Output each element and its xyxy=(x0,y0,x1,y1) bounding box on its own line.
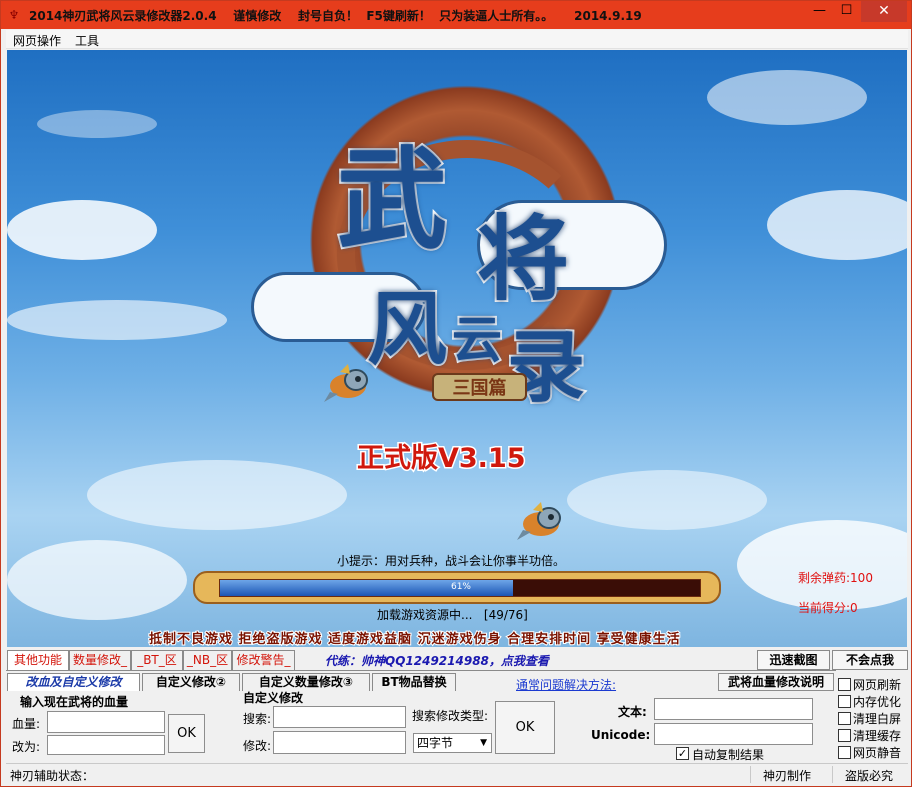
clear-cache-checkbox[interactable] xyxy=(838,729,851,742)
piracy-text: 盗版必究 xyxy=(845,769,894,783)
maximize-button[interactable]: ☐ xyxy=(833,1,860,22)
auto-copy-label: 自动复制结果 xyxy=(692,748,765,762)
ad-link[interactable]: 代练：帅神QQ1249214988，点我查看 xyxy=(325,652,549,669)
status-text: 神刃辅助状态： xyxy=(10,769,95,783)
side-options: 网页刷新 内存优化 清理白屏 清理缓存 网页静音 xyxy=(836,676,908,762)
health-slogan: 抵制不良游戏 拒绝盗版游戏 适度游戏益脑 沉迷游戏伤身 合理安排时间 享受健康生… xyxy=(148,631,681,647)
search-type-select[interactable]: 四字节 ▼ xyxy=(413,733,492,753)
cloud xyxy=(707,70,867,125)
bird-sprite xyxy=(517,502,561,540)
status-divider xyxy=(832,766,833,783)
subtab-custom-2[interactable]: 自定义修改② xyxy=(142,673,240,691)
blood-ok-button[interactable]: OK xyxy=(168,714,205,753)
memory-optimize-label: 内存优化 xyxy=(853,695,902,709)
unicode-input[interactable] xyxy=(654,723,813,745)
web-refresh-checkbox[interactable] xyxy=(838,678,851,691)
game-subtitle: 三国篇 xyxy=(432,373,527,401)
cloud xyxy=(737,520,907,610)
bird-sprite xyxy=(324,364,368,402)
change-to-input[interactable] xyxy=(47,735,165,755)
game-version: 正式版V3.15 xyxy=(356,442,528,476)
faq-link[interactable]: 通常问题解决方法: xyxy=(516,676,616,693)
cloud xyxy=(767,190,907,260)
tab-bt-zone[interactable]: _BT_区 xyxy=(131,650,183,670)
web-mute-label: 网页静音 xyxy=(853,746,902,760)
score-counter: 当前得分:0 xyxy=(798,601,858,615)
cloud xyxy=(7,300,227,340)
subtab-blood-custom[interactable]: 改血及自定义修改 xyxy=(7,673,140,691)
progress-percent: 61% xyxy=(450,582,471,592)
hp-input[interactable] xyxy=(47,711,165,733)
game-tip: 小提示：用对兵种，战斗会让你事半功倍。 xyxy=(337,554,566,568)
modify-input[interactable] xyxy=(273,731,406,754)
text-label: 文本: xyxy=(618,705,647,719)
text-input[interactable] xyxy=(654,698,813,720)
cloud xyxy=(567,470,767,530)
progress-track: 61% xyxy=(219,579,701,597)
app-window: ♆ 2014神刃武将风云录修改器2.0.4 谨慎修改 封号自负！ F5键刷新！ … xyxy=(0,0,912,787)
change-to-label: 改为: xyxy=(12,740,41,754)
ammo-counter: 剩余弹药:100 xyxy=(798,571,873,585)
loading-progress-bar: 61% xyxy=(193,571,721,604)
loading-text: 加载游戏资源中... [49/76] xyxy=(377,608,528,622)
logo-char-yun: 云 xyxy=(450,308,504,371)
hp-label: 血量: xyxy=(12,717,41,731)
blood-help-button[interactable]: 武将血量修改说明 xyxy=(718,673,834,691)
menu-bar: 网页操作 工具 xyxy=(6,30,908,49)
no-click-button[interactable]: 不会点我 xyxy=(832,650,908,670)
app-icon: ♆ xyxy=(8,8,20,22)
search-label: 搜索: xyxy=(243,712,272,726)
logo-char-jiang: 将 xyxy=(475,203,571,315)
tab-modify-warning[interactable]: 修改警告_ xyxy=(232,650,295,670)
logo-char-feng: 风 xyxy=(365,280,449,378)
menu-tools[interactable]: 工具 xyxy=(75,32,99,49)
cloud xyxy=(7,540,187,620)
modify-label: 修改: xyxy=(243,739,272,753)
maker-text: 神刃制作 xyxy=(763,769,812,783)
screenshot-button[interactable]: 迅速截图 xyxy=(757,650,830,670)
tab-quantity-modify[interactable]: 数量修改_ xyxy=(69,650,131,670)
web-mute-checkbox[interactable] xyxy=(838,746,851,759)
memory-optimize-checkbox[interactable] xyxy=(838,695,851,708)
cloud xyxy=(87,460,347,530)
close-button[interactable]: ✕ xyxy=(861,1,907,22)
clear-white-screen-label: 清理白屏 xyxy=(853,712,902,726)
web-refresh-label: 网页刷新 xyxy=(853,678,902,692)
blood-group-title: 输入现在武将的血量 xyxy=(20,695,129,709)
window-title: 2014神刃武将风云录修改器2.0.4 谨慎修改 封号自负！ F5键刷新！ 只为… xyxy=(29,9,642,23)
status-bar: 神刃辅助状态： 神刃制作 盗版必究 xyxy=(6,763,908,784)
game-view[interactable]: 武 将 风 云 录 三国篇 正式版V3.15 小提示：用对兵种，战斗会让你事半功… xyxy=(7,50,907,647)
status-divider xyxy=(750,766,751,783)
clear-cache-label: 清理缓存 xyxy=(853,729,902,743)
cloud xyxy=(37,110,157,138)
subtab-bt-items[interactable]: BT物品替换 xyxy=(372,673,456,691)
tab-other-functions[interactable]: 其他功能 xyxy=(7,650,69,670)
custom-ok-button[interactable]: OK xyxy=(495,701,555,754)
search-input[interactable] xyxy=(273,706,406,728)
clear-white-screen-checkbox[interactable] xyxy=(838,712,851,725)
menu-web-ops[interactable]: 网页操作 xyxy=(13,32,61,49)
main-tab-bar: 其他功能 数量修改_ _BT_区 _NB_区 修改警告_ 代练：帅神QQ1249… xyxy=(6,650,908,670)
title-bar[interactable]: ♆ 2014神刃武将风云录修改器2.0.4 谨慎修改 封号自负！ F5键刷新！ … xyxy=(1,1,911,29)
custom-group-title: 自定义修改 xyxy=(243,691,304,705)
logo-char-wu: 武 xyxy=(335,133,449,266)
auto-copy-checkbox[interactable]: ✓ xyxy=(676,747,689,760)
modify-panel: 改血及自定义修改 自定义修改② 自定义数量修改③ BT物品替换 通常问题解决方法… xyxy=(6,670,836,762)
unicode-label: Unicode: xyxy=(591,728,651,742)
cloud xyxy=(7,200,157,260)
search-type-value: 四字节 xyxy=(417,736,454,750)
minimize-button[interactable]: — xyxy=(806,1,833,22)
tab-nb-zone[interactable]: _NB_区 xyxy=(183,650,232,670)
chevron-down-icon: ▼ xyxy=(480,738,487,748)
search-type-label: 搜索修改类型: xyxy=(412,709,489,723)
